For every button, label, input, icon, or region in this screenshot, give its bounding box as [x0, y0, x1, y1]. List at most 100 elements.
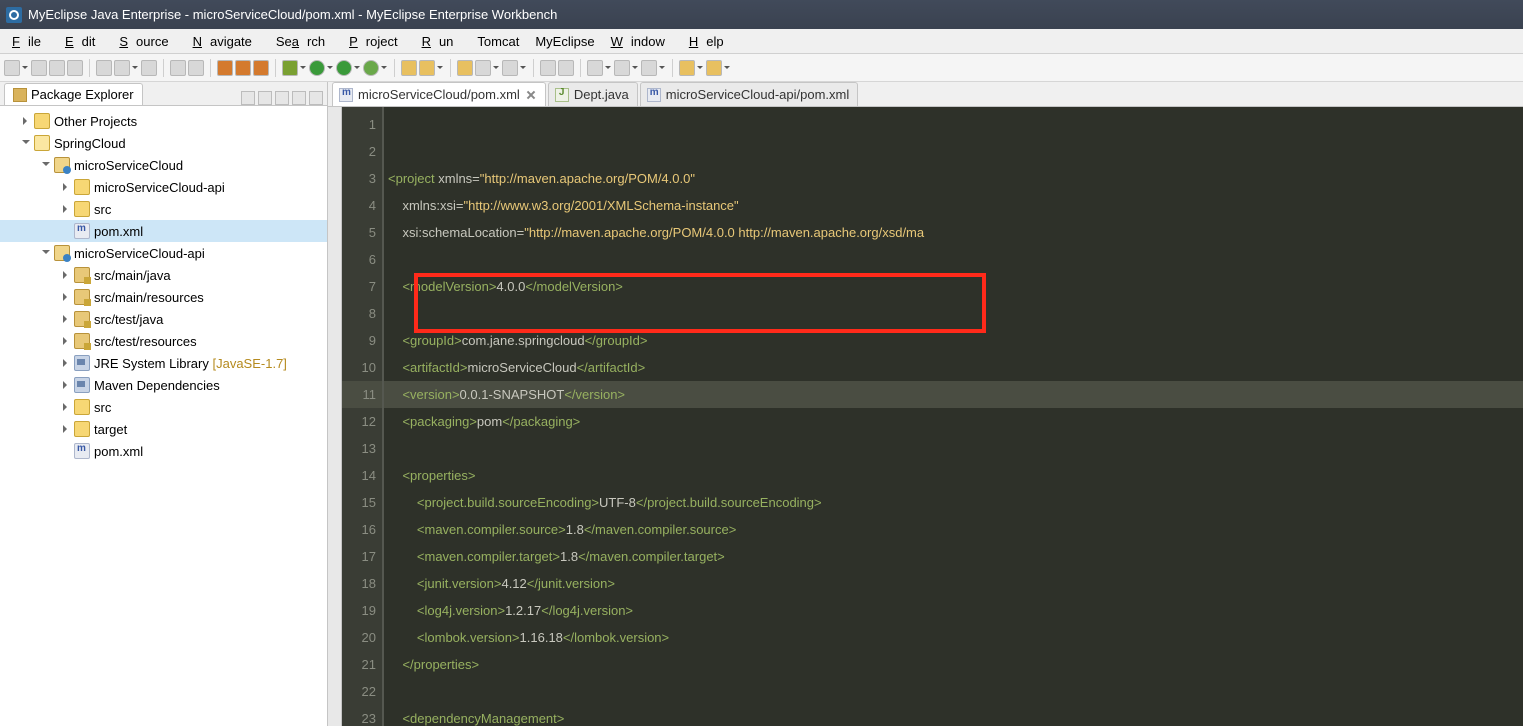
run3-dropdown-icon[interactable]: [381, 60, 388, 76]
twisty-icon: [60, 225, 72, 237]
tree-item[interactable]: src/main/resources: [0, 286, 327, 308]
tree-item[interactable]: src/main/java: [0, 264, 327, 286]
cat3-icon[interactable]: [253, 60, 269, 76]
run-dropdown-icon[interactable]: [327, 60, 334, 76]
run-icon[interactable]: [309, 60, 325, 76]
menu-edit[interactable]: Edit: [57, 32, 111, 51]
tree-item[interactable]: Maven Dependencies: [0, 374, 327, 396]
menu-window[interactable]: Window: [603, 32, 681, 51]
back-icon[interactable]: [679, 60, 695, 76]
fwd-icon[interactable]: [706, 60, 722, 76]
cat2-icon[interactable]: [235, 60, 251, 76]
twisty-icon[interactable]: [60, 335, 72, 347]
search2-dropdown-icon[interactable]: [493, 60, 500, 76]
editor-tab[interactable]: microServiceCloud/pom.xml: [332, 82, 546, 106]
new-dropdown-icon[interactable]: [22, 60, 29, 76]
outline1-icon[interactable]: [540, 60, 556, 76]
paste-icon[interactable]: [188, 60, 204, 76]
twisty-icon[interactable]: [60, 203, 72, 215]
newcls-dropdown-icon[interactable]: [437, 60, 444, 76]
editor-tab[interactable]: microServiceCloud-api/pom.xml: [640, 82, 859, 106]
menu-tomcat[interactable]: Tomcat: [469, 32, 527, 51]
menu-myeclipse[interactable]: MyEclipse: [527, 32, 602, 51]
maximize-icon[interactable]: [309, 91, 323, 105]
twisty-icon[interactable]: [20, 115, 32, 127]
tree-item[interactable]: src: [0, 198, 327, 220]
newpkg-icon[interactable]: [401, 60, 417, 76]
nav2-dropdown-icon[interactable]: [632, 60, 639, 76]
save-icon[interactable]: [31, 60, 47, 76]
collapse-all-icon[interactable]: [258, 91, 272, 105]
run2-icon[interactable]: [336, 60, 352, 76]
menu-search[interactable]: Search: [268, 32, 341, 51]
twisty-icon[interactable]: [20, 137, 32, 149]
server-icon[interactable]: [114, 60, 130, 76]
tree-item[interactable]: microServiceCloud: [0, 154, 327, 176]
twisty-icon[interactable]: [60, 181, 72, 193]
tree-item[interactable]: src: [0, 396, 327, 418]
twisty-icon[interactable]: [60, 401, 72, 413]
cat-icon[interactable]: [217, 60, 233, 76]
new-icon[interactable]: [4, 60, 20, 76]
newcls-icon[interactable]: [419, 60, 435, 76]
tree-item[interactable]: pom.xml: [0, 440, 327, 462]
nav1-icon[interactable]: [587, 60, 603, 76]
menu-project[interactable]: Project: [341, 32, 413, 51]
opentype-icon[interactable]: [457, 60, 473, 76]
run2-dropdown-icon[interactable]: [354, 60, 361, 76]
nav3-icon[interactable]: [641, 60, 657, 76]
save-all-icon[interactable]: [49, 60, 65, 76]
tree-item[interactable]: src/test/java: [0, 308, 327, 330]
twisty-icon[interactable]: [40, 159, 52, 171]
print-icon[interactable]: [67, 60, 83, 76]
search2-icon[interactable]: [475, 60, 491, 76]
debug-icon[interactable]: [282, 60, 298, 76]
outline2-icon[interactable]: [558, 60, 574, 76]
twisty-icon[interactable]: [60, 423, 72, 435]
package-explorer-tab[interactable]: Package Explorer: [4, 83, 143, 105]
run3-icon[interactable]: [363, 60, 379, 76]
tree-item[interactable]: microServiceCloud-api: [0, 242, 327, 264]
twisty-icon[interactable]: [60, 357, 72, 369]
editor-code[interactable]: <project xmlns="http://maven.apache.org/…: [384, 107, 1523, 726]
tree-item[interactable]: microServiceCloud-api: [0, 176, 327, 198]
tree-item[interactable]: SpringCloud: [0, 132, 327, 154]
menu-run[interactable]: Run: [414, 32, 470, 51]
tree-item[interactable]: src/test/resources: [0, 330, 327, 352]
nav1-dropdown-icon[interactable]: [605, 60, 612, 76]
nav2-icon[interactable]: [614, 60, 630, 76]
twisty-icon[interactable]: [60, 269, 72, 281]
tree-item[interactable]: Other Projects: [0, 110, 327, 132]
minimize-icon[interactable]: [292, 91, 306, 105]
deploy-icon[interactable]: [96, 60, 112, 76]
back-dropdown-icon[interactable]: [697, 60, 704, 76]
menu-help[interactable]: Help: [681, 32, 740, 51]
folder-icon: [74, 421, 90, 437]
menu-navigate[interactable]: Navigate: [185, 32, 268, 51]
twisty-icon[interactable]: [60, 291, 72, 303]
server-dropdown-icon[interactable]: [132, 60, 139, 76]
nav3-dropdown-icon[interactable]: [659, 60, 666, 76]
tree-item[interactable]: target: [0, 418, 327, 440]
tree-item[interactable]: pom.xml: [0, 220, 327, 242]
tree-item-label: pom.xml: [94, 444, 143, 459]
package-explorer-tree[interactable]: Other ProjectsSpringCloudmicroServiceClo…: [0, 106, 327, 726]
code-editor[interactable]: 1234567891011121314151617181920212223 <p…: [328, 107, 1523, 726]
cut-icon[interactable]: [170, 60, 186, 76]
twisty-icon[interactable]: [60, 379, 72, 391]
close-icon[interactable]: [525, 89, 537, 101]
link-editor-icon[interactable]: [241, 91, 255, 105]
menu-file[interactable]: File: [4, 32, 57, 51]
browser-icon[interactable]: [141, 60, 157, 76]
menu-source[interactable]: Source: [111, 32, 184, 51]
twisty-icon[interactable]: [40, 247, 52, 259]
fwd-dropdown-icon[interactable]: [724, 60, 731, 76]
debug-dropdown-icon[interactable]: [300, 60, 307, 76]
twisty-icon[interactable]: [60, 313, 72, 325]
editor-tab[interactable]: Dept.java: [548, 82, 638, 106]
task-icon[interactable]: [502, 60, 518, 76]
tree-item-label: src: [94, 400, 111, 415]
view-menu-icon[interactable]: [275, 91, 289, 105]
tree-item[interactable]: JRE System Library [JavaSE-1.7]: [0, 352, 327, 374]
task-dropdown-icon[interactable]: [520, 60, 527, 76]
